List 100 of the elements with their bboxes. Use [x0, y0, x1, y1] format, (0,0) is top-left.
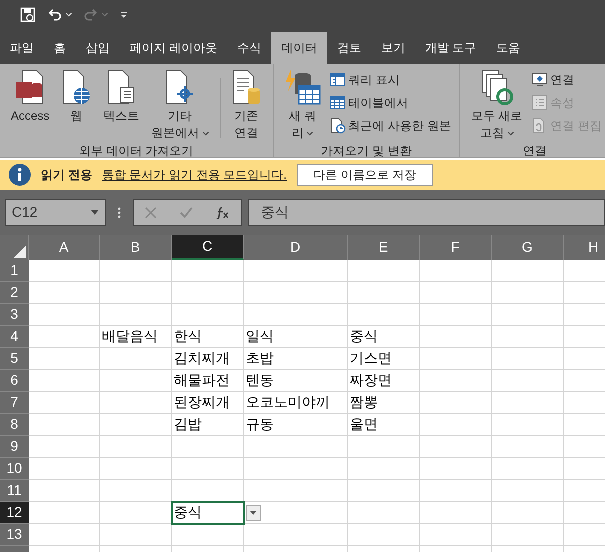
table-cell[interactable]: 규동	[244, 414, 348, 436]
ribbon-button[interactable]: 기존 연결	[226, 70, 267, 142]
ribbon-tab[interactable]: 보기	[371, 32, 416, 64]
table-cell[interactable]	[29, 282, 100, 304]
table-cell[interactable]	[348, 282, 420, 304]
table-cell[interactable]	[100, 392, 172, 414]
column-header[interactable]: G	[492, 235, 564, 260]
table-cell[interactable]	[29, 480, 100, 502]
table-cell[interactable]	[29, 370, 100, 392]
column-header[interactable]: C	[172, 235, 244, 260]
table-cell[interactable]	[492, 370, 564, 392]
table-cell[interactable]	[172, 304, 244, 326]
ribbon-tab[interactable]: 파일	[0, 32, 44, 64]
row-header[interactable]: 4	[0, 326, 29, 348]
table-cell[interactable]: 짬뽕	[348, 392, 420, 414]
column-header[interactable]: E	[348, 235, 420, 260]
table-cell[interactable]	[100, 348, 172, 370]
function-icon[interactable]	[216, 206, 230, 218]
table-cell[interactable]	[420, 348, 492, 370]
table-cell[interactable]: 짜장면	[348, 370, 420, 392]
ribbon-button[interactable]: 쿼리 표시	[328, 70, 454, 90]
table-cell[interactable]	[348, 524, 420, 546]
table-cell[interactable]: 해물파전	[172, 370, 244, 392]
table-cell[interactable]	[172, 458, 244, 480]
table-cell[interactable]: 김밥	[172, 414, 244, 436]
table-cell[interactable]: 초밥	[244, 348, 348, 370]
ribbon-tab[interactable]: 도움	[486, 32, 531, 64]
table-cell[interactable]: 울면	[348, 414, 420, 436]
checkmark-icon[interactable]	[180, 207, 193, 218]
table-cell[interactable]: 한식	[172, 326, 244, 348]
ribbon-button[interactable]: 새 쿼 리	[280, 70, 326, 142]
table-cell[interactable]	[420, 304, 492, 326]
table-cell[interactable]	[420, 260, 492, 282]
table-cell[interactable]: 김치찌개	[172, 348, 244, 370]
column-header[interactable]: D	[244, 235, 348, 260]
table-cell[interactable]	[244, 480, 348, 502]
ribbon-tab[interactable]: 수식	[227, 32, 272, 64]
column-header[interactable]: H	[564, 235, 605, 260]
row-header[interactable]: 9	[0, 436, 29, 458]
row-header[interactable]: 5	[0, 348, 29, 370]
ribbon-tab[interactable]: 페이지 레이아웃	[120, 32, 228, 64]
table-cell[interactable]	[492, 480, 564, 502]
table-cell[interactable]	[492, 260, 564, 282]
table-cell[interactable]	[420, 326, 492, 348]
table-cell[interactable]	[100, 414, 172, 436]
table-cell[interactable]	[100, 458, 172, 480]
table-cell[interactable]	[492, 304, 564, 326]
undo-icon[interactable]	[48, 8, 62, 22]
ribbon-button[interactable]: 연결	[530, 70, 604, 90]
table-cell[interactable]	[244, 260, 348, 282]
ribbon-tab[interactable]: 데이터	[271, 32, 328, 64]
row-header[interactable]: 7	[0, 392, 29, 414]
table-cell[interactable]	[100, 480, 172, 502]
table-cell[interactable]	[420, 414, 492, 436]
table-cell[interactable]	[492, 502, 564, 524]
table-cell[interactable]	[492, 458, 564, 480]
row-header[interactable]: 10	[0, 458, 29, 480]
save-icon[interactable]	[20, 7, 36, 23]
table-cell[interactable]	[244, 304, 348, 326]
table-cell[interactable]: 기스면	[348, 348, 420, 370]
table-cell[interactable]	[172, 524, 244, 546]
ribbon-button[interactable]: 최근에 사용한 원본	[328, 116, 454, 136]
table-cell[interactable]	[100, 282, 172, 304]
row-header[interactable]: 2	[0, 282, 29, 304]
ribbon-button[interactable]: 테이블에서	[328, 93, 454, 113]
table-cell[interactable]	[420, 458, 492, 480]
table-cell[interactable]	[492, 348, 564, 370]
ribbon-button[interactable]: 웹	[56, 70, 97, 125]
table-cell[interactable]	[492, 326, 564, 348]
table-cell[interactable]	[244, 502, 348, 524]
table-cell[interactable]	[29, 304, 100, 326]
table-cell[interactable]: 중식	[172, 502, 244, 524]
table-cell[interactable]	[100, 304, 172, 326]
table-cell[interactable]	[420, 524, 492, 546]
table-cell[interactable]: 중식	[348, 326, 420, 348]
table-cell[interactable]	[348, 304, 420, 326]
table-cell[interactable]	[492, 414, 564, 436]
table-cell[interactable]	[172, 282, 244, 304]
table-cell[interactable]	[348, 260, 420, 282]
row-header[interactable]: 8	[0, 414, 29, 436]
table-cell[interactable]	[348, 458, 420, 480]
table-cell[interactable]	[244, 458, 348, 480]
table-cell[interactable]	[29, 502, 100, 524]
ribbon-button[interactable]: Access	[6, 70, 55, 125]
row-header[interactable]: 3	[0, 304, 29, 326]
ribbon-button[interactable]: 모두 새로 고침	[466, 70, 528, 142]
table-cell[interactable]	[420, 480, 492, 502]
table-cell[interactable]	[29, 524, 100, 546]
table-cell[interactable]	[100, 260, 172, 282]
info-message-link[interactable]: 통합 문서가 읽기 전용 모드입니다.	[102, 166, 288, 184]
table-cell[interactable]	[420, 282, 492, 304]
table-cell[interactable]	[492, 282, 564, 304]
select-all-icon[interactable]	[14, 246, 26, 258]
name-box[interactable]: C12	[5, 199, 106, 226]
ribbon-tab[interactable]: 홈	[44, 32, 76, 64]
table-cell[interactable]	[29, 392, 100, 414]
row-header[interactable]: 1	[0, 260, 29, 282]
table-cell[interactable]: 배달음식	[100, 326, 172, 348]
row-header[interactable]: 13	[0, 524, 29, 546]
table-cell[interactable]	[29, 326, 100, 348]
